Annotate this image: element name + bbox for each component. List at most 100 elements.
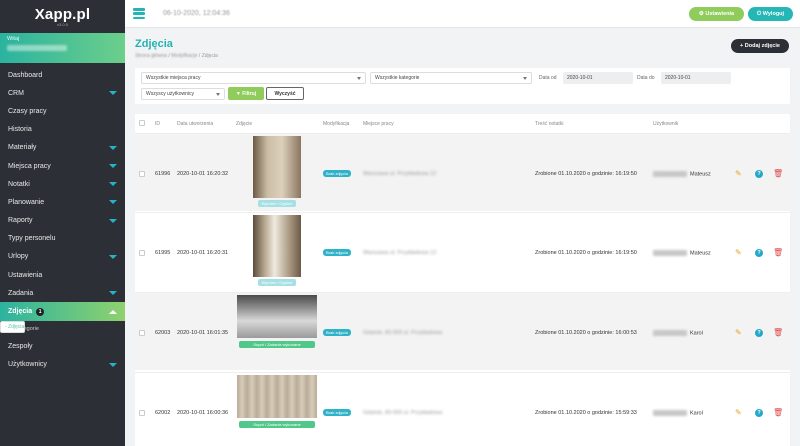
category-select-value: Wszystkie kategorie bbox=[375, 75, 420, 81]
chevron-down-icon[interactable] bbox=[109, 291, 117, 296]
edit-icon[interactable]: ✎ bbox=[735, 328, 742, 337]
photo-category-tag: Wymień / Ogólne bbox=[258, 279, 296, 286]
users-select[interactable]: Wszyscy użytkownicy bbox=[141, 88, 225, 100]
chevron-down-icon[interactable] bbox=[109, 182, 117, 187]
category-select[interactable]: Wszystkie kategorie bbox=[370, 72, 532, 84]
greeting: Witaj bbox=[7, 36, 20, 42]
col-note[interactable]: Treść notatki bbox=[535, 121, 563, 127]
sidebar-item-typy-personelu[interactable]: Typy personelu bbox=[0, 230, 125, 248]
chevron-down-icon[interactable] bbox=[109, 91, 117, 96]
photo-category-tag: Sopot / Zadanie wykonane bbox=[239, 341, 315, 348]
chevron-down-icon[interactable] bbox=[109, 200, 117, 205]
sidebar-item-ustawienia[interactable]: Ustawienia bbox=[0, 266, 125, 284]
clear-button[interactable]: Wyczyść bbox=[266, 87, 304, 100]
breadcrumb-item[interactable]: Modyfikacje bbox=[171, 53, 197, 59]
sidebar-item-historia[interactable]: Historia bbox=[0, 121, 125, 139]
col-user[interactable]: Użytkownik bbox=[653, 121, 678, 127]
photos-table: ID Data utworzenia Zdjęcie Modyfikacja M… bbox=[135, 114, 790, 446]
sidebar-item-planowanie[interactable]: Planowanie bbox=[0, 193, 125, 211]
row-checkbox[interactable] bbox=[139, 330, 145, 336]
edit-icon[interactable]: ✎ bbox=[735, 248, 742, 257]
row-date: 2020-10-01 16:01:35 bbox=[177, 330, 229, 336]
delete-icon[interactable]: 🗑 bbox=[773, 169, 783, 178]
row-id: 61995 bbox=[155, 250, 171, 256]
photo-thumbnail[interactable] bbox=[253, 136, 301, 198]
sidebar: Xapp.pl v3.0.0 Witaj Dashboard CRM Czasy p… bbox=[0, 0, 125, 446]
user-avatar-blurred bbox=[653, 330, 687, 336]
sidebar-subitem[interactable]: - Zdjęcia bbox=[0, 320, 26, 333]
workplace-select[interactable]: Wszystkie miejsca pracy bbox=[141, 72, 366, 84]
sidebar-item-dashboard[interactable]: Dashboard bbox=[0, 66, 125, 84]
sidebar-item-crm[interactable]: CRM bbox=[0, 84, 125, 102]
chevron-down-icon[interactable] bbox=[109, 254, 117, 259]
select-all-checkbox[interactable] bbox=[139, 120, 145, 126]
row-date: 2020-10-01 16:20:32 bbox=[177, 171, 229, 177]
row-note: Zrobione 01.10.2020 o godzinie: 16:19:50 bbox=[535, 171, 637, 177]
sidebar-item-miejsca-pracy[interactable]: Miejsca pracy bbox=[0, 157, 125, 175]
help-icon[interactable]: ? bbox=[755, 409, 763, 417]
chevron-down-icon bbox=[357, 77, 361, 80]
col-workplace[interactable]: Miejsce pracy bbox=[363, 121, 394, 127]
user-name-blurred bbox=[7, 45, 67, 51]
edit-icon[interactable]: ✎ bbox=[735, 408, 742, 417]
sidebar-badge: 1 bbox=[36, 307, 45, 316]
delete-icon[interactable]: 🗑 bbox=[773, 248, 783, 257]
row-checkbox[interactable] bbox=[139, 410, 145, 416]
delete-icon[interactable]: 🗑 bbox=[773, 328, 783, 337]
filter-button[interactable]: ▼ Filtruj bbox=[228, 87, 264, 100]
sidebar-item-czasy-pracy[interactable]: Czasy pracy bbox=[0, 102, 125, 120]
table-row[interactable]: 62003 2020-10-01 16:01:35 Sopot / Zadani… bbox=[135, 292, 790, 370]
settings-button[interactable]: ⚙ Ustawienia bbox=[689, 7, 744, 21]
sidebar-item-urlopy[interactable]: Urlopy bbox=[0, 248, 125, 266]
sidebar-item-materiały[interactable]: Materiały bbox=[0, 139, 125, 157]
modification-badge: Brak zdjęcia bbox=[323, 249, 351, 256]
sidebar-item-label: Typy personelu bbox=[8, 235, 56, 243]
photo-thumbnail[interactable] bbox=[237, 295, 317, 338]
delete-icon[interactable]: 🗑 bbox=[773, 408, 783, 417]
sidebar-item-użytkownicy[interactable]: Użytkownicy bbox=[0, 356, 125, 374]
table-row[interactable]: 61996 2020-10-01 16:20:32 Wymień / Ogóln… bbox=[135, 133, 790, 211]
row-note: Zrobione 01.10.2020 o godzinie: 16:00:53 bbox=[535, 330, 637, 336]
chevron-down-icon[interactable] bbox=[109, 218, 117, 223]
sidebar-item-zadania[interactable]: Zadania bbox=[0, 284, 125, 302]
sidebar-item-zespoły[interactable]: Zespoły bbox=[0, 338, 125, 356]
col-date[interactable]: Data utworzenia bbox=[177, 121, 213, 127]
sidebar-item-notatki[interactable]: Notatki bbox=[0, 175, 125, 193]
row-checkbox[interactable] bbox=[139, 250, 145, 256]
modification-badge: Brak zdjęcia bbox=[323, 409, 351, 416]
edit-icon[interactable]: ✎ bbox=[735, 169, 742, 178]
photo-thumbnail[interactable] bbox=[237, 375, 317, 418]
row-checkbox[interactable] bbox=[139, 171, 145, 177]
users-select-value: Wszyscy użytkownicy bbox=[146, 91, 195, 97]
col-id[interactable]: ID bbox=[155, 121, 160, 127]
date-to-input[interactable]: 2020-10-01 bbox=[661, 72, 731, 84]
sidebar-item-zdjecia[interactable]: Zdjęcia 1 bbox=[0, 302, 125, 321]
row-workplace: Warszawa ul. Przykładowa 12 bbox=[363, 171, 437, 177]
row-id: 62002 bbox=[155, 410, 171, 416]
logout-button[interactable]: ⏻ Wyloguj bbox=[748, 7, 793, 21]
sidebar-item-raporty[interactable]: Raporty bbox=[0, 212, 125, 230]
table-row[interactable]: 62002 2020-10-01 16:00:36 Sopot / Zadani… bbox=[135, 372, 790, 446]
help-icon[interactable]: ? bbox=[755, 329, 763, 337]
row-date: 2020-10-01 16:00:36 bbox=[177, 410, 229, 416]
menu-toggle-icon[interactable] bbox=[133, 8, 145, 19]
chevron-down-icon[interactable] bbox=[109, 145, 117, 150]
chevron-down-icon[interactable] bbox=[109, 164, 117, 169]
date-from-input[interactable]: 2020-10-01 bbox=[563, 72, 633, 84]
table-row[interactable]: 61995 2020-10-01 16:20:31 Wymień / Ogóln… bbox=[135, 212, 790, 290]
breadcrumb-item[interactable]: Strona główna bbox=[135, 53, 167, 59]
help-icon[interactable]: ? bbox=[755, 170, 763, 178]
col-modification[interactable]: Modyfikacja bbox=[323, 121, 349, 127]
photo-thumbnail[interactable] bbox=[253, 215, 301, 277]
help-icon[interactable]: ? bbox=[755, 249, 763, 257]
sidebar-item-label: Raporty bbox=[8, 217, 33, 225]
chevron-down-icon bbox=[523, 77, 527, 80]
chevron-up-icon[interactable] bbox=[109, 309, 117, 314]
row-user-name: Karol bbox=[690, 330, 703, 337]
logo[interactable]: Xapp.pl v3.0.0 bbox=[0, 0, 125, 33]
sidebar-item-label: Notatki bbox=[8, 180, 30, 188]
photo-category-tag: Wymień / Ogólne bbox=[258, 200, 296, 207]
table-header: ID Data utworzenia Zdjęcie Modyfikacja M… bbox=[135, 114, 790, 133]
add-photo-button[interactable]: + Dodaj zdjęcie bbox=[731, 39, 789, 53]
chevron-down-icon[interactable] bbox=[109, 362, 117, 367]
